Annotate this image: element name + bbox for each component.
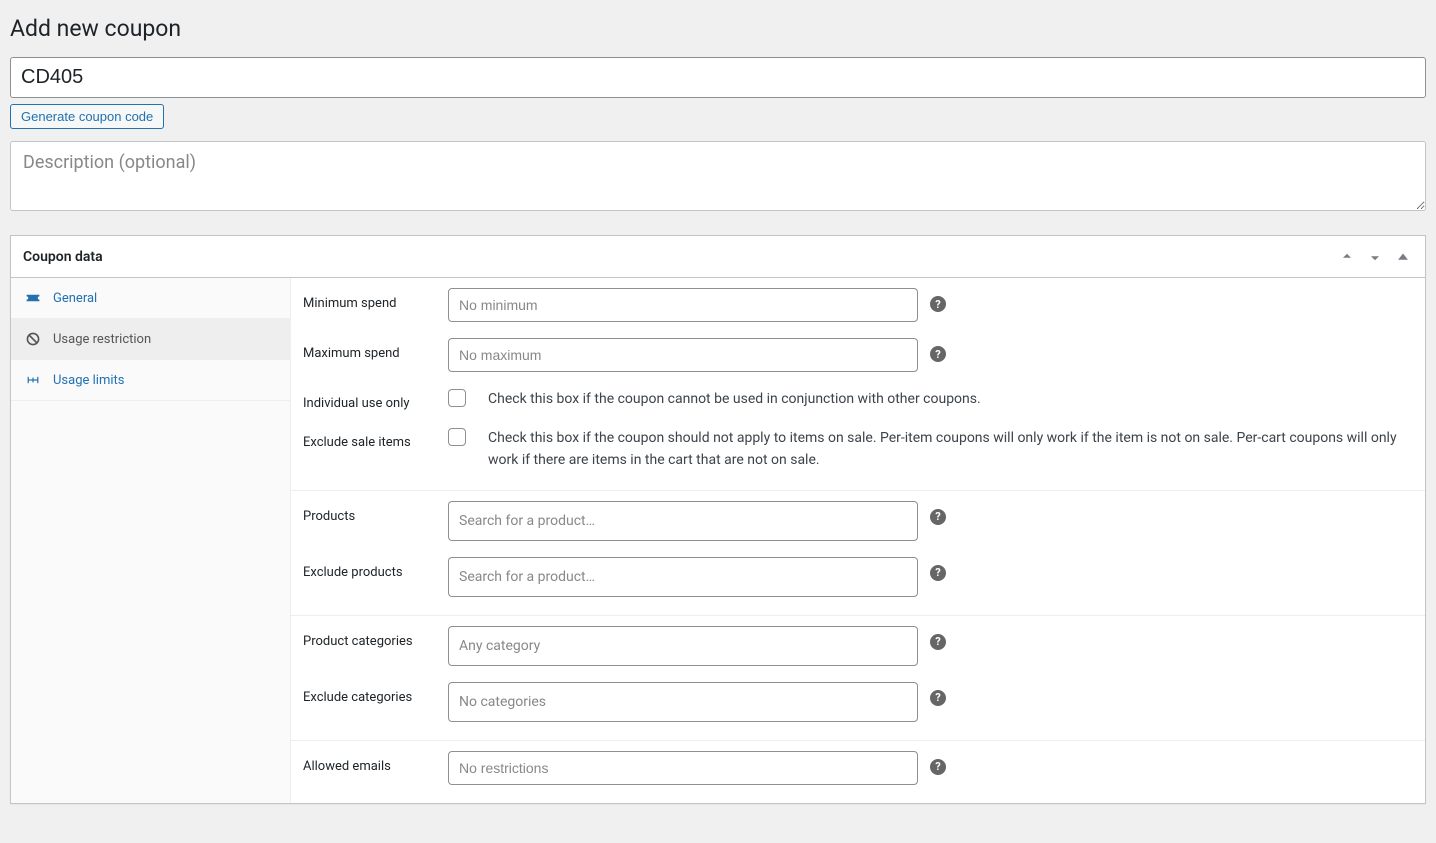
maximum-spend-label: Maximum spend (303, 338, 448, 361)
coupon-data-postbox: Coupon data General (10, 235, 1426, 804)
toggle-panel-icon[interactable] (1393, 247, 1413, 267)
help-icon[interactable]: ? (930, 296, 946, 312)
help-icon[interactable]: ? (930, 690, 946, 706)
exclude-sale-description: Check this box if the coupon should not … (488, 427, 1408, 472)
maximum-spend-input[interactable] (448, 338, 918, 372)
generate-coupon-code-button[interactable]: Generate coupon code (10, 104, 164, 129)
ban-icon (25, 331, 41, 347)
page-title: Add new coupon (10, 15, 1426, 42)
individual-use-label: Individual use only (303, 388, 448, 411)
individual-use-description: Check this box if the coupon cannot be u… (488, 388, 981, 410)
coupon-tabs: General Usage restriction Usage limits (11, 278, 291, 803)
coupon-code-input[interactable] (10, 57, 1426, 98)
help-icon[interactable]: ? (930, 509, 946, 525)
exclude-categories-select[interactable]: No categories (448, 682, 918, 722)
tab-usage-restriction-label: Usage restriction (53, 332, 151, 347)
minimum-spend-input[interactable] (448, 288, 918, 322)
ticket-icon (25, 290, 41, 306)
exclude-categories-label: Exclude categories (303, 682, 448, 705)
tab-usage-restriction[interactable]: Usage restriction (11, 319, 290, 360)
exclude-products-select[interactable]: Search for a product… (448, 557, 918, 597)
help-icon[interactable]: ? (930, 634, 946, 650)
tab-usage-limits[interactable]: Usage limits (11, 360, 290, 401)
tab-general-label: General (53, 291, 97, 306)
tab-usage-limits-label: Usage limits (53, 373, 124, 388)
tab-general[interactable]: General (11, 278, 290, 319)
exclude-sale-checkbox[interactable] (448, 428, 466, 446)
help-icon[interactable]: ? (930, 346, 946, 362)
exclude-products-label: Exclude products (303, 557, 448, 580)
move-up-icon[interactable] (1337, 247, 1357, 267)
individual-use-checkbox[interactable] (448, 389, 466, 407)
allowed-emails-input[interactable] (448, 751, 918, 785)
coupon-description-textarea[interactable] (10, 141, 1426, 211)
minimum-spend-label: Minimum spend (303, 288, 448, 311)
product-categories-select[interactable]: Any category (448, 626, 918, 666)
limits-icon (25, 372, 41, 388)
product-categories-label: Product categories (303, 626, 448, 649)
coupon-data-header: Coupon data (11, 236, 1425, 278)
move-down-icon[interactable] (1365, 247, 1385, 267)
usage-restriction-panel: Minimum spend ? Maximum spend ? Individu… (291, 278, 1425, 803)
products-label: Products (303, 501, 448, 524)
exclude-sale-label: Exclude sale items (303, 427, 448, 450)
allowed-emails-label: Allowed emails (303, 751, 448, 774)
coupon-data-title: Coupon data (23, 249, 103, 265)
products-select[interactable]: Search for a product… (448, 501, 918, 541)
help-icon[interactable]: ? (930, 759, 946, 775)
help-icon[interactable]: ? (930, 565, 946, 581)
